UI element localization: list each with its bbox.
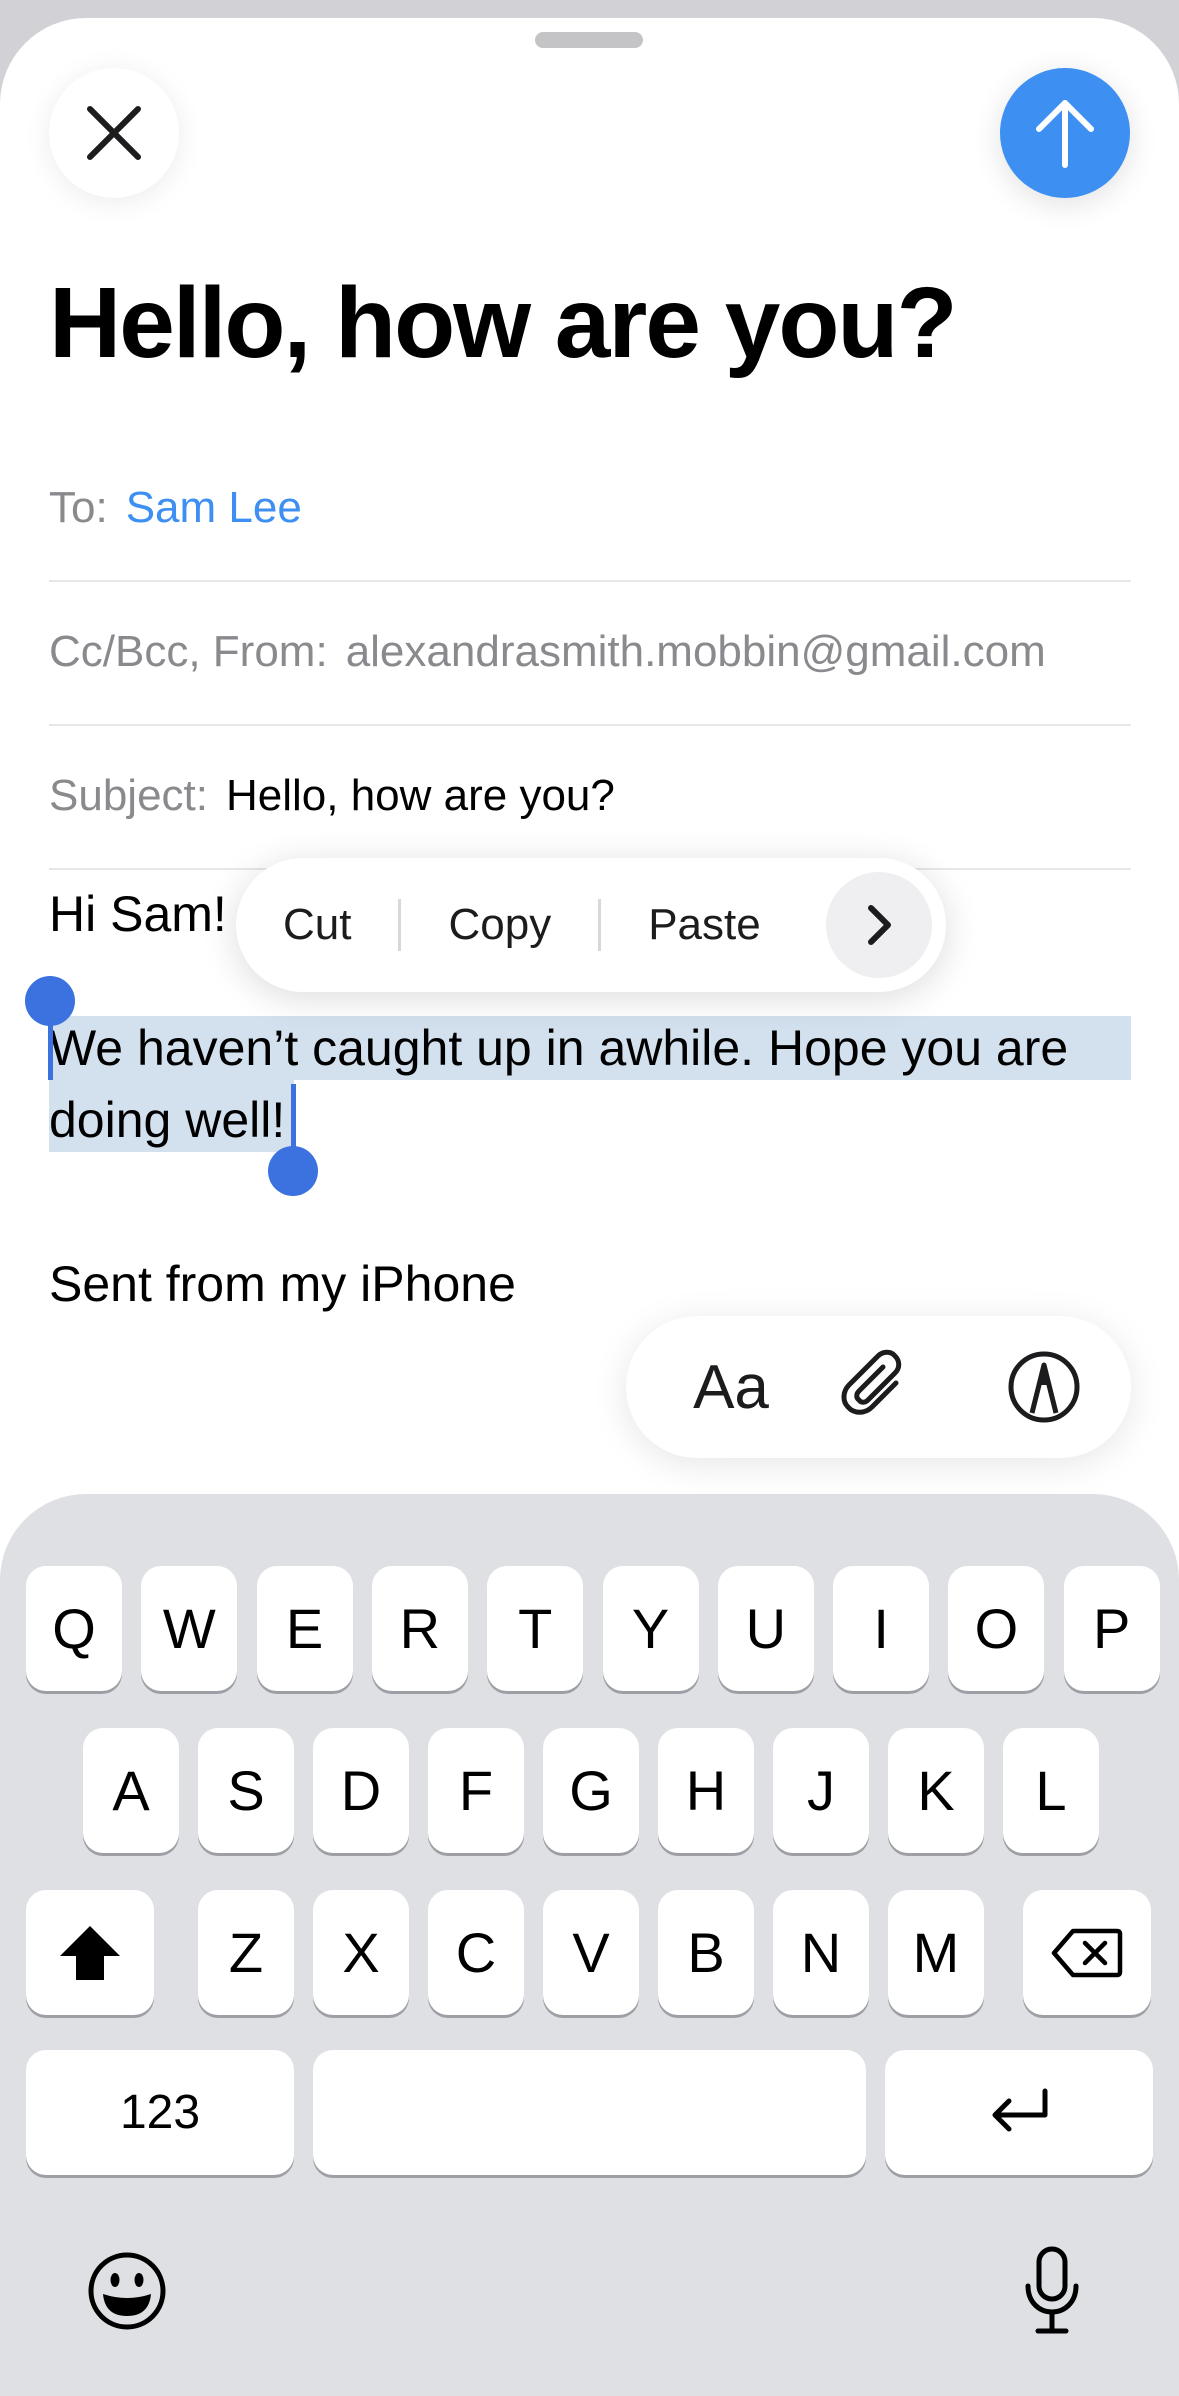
key-a[interactable]: A [83, 1728, 179, 1853]
body-text-line-2[interactable]: doing well! [49, 1084, 285, 1156]
delete-icon [1051, 1928, 1123, 1977]
delete-key[interactable] [1023, 1890, 1151, 2015]
copy-menu-item[interactable]: Copy [401, 900, 598, 950]
key-b[interactable]: B [658, 1890, 754, 2015]
subject-title: Hello, how are you? [49, 267, 958, 379]
close-button[interactable] [49, 68, 179, 198]
send-button[interactable] [1000, 68, 1130, 198]
from-address[interactable]: alexandrasmith.mobbin@gmail.com [346, 627, 1046, 677]
key-l[interactable]: L [1003, 1728, 1099, 1853]
keyboard: QWERTYUIOP ASDFGHJKL ZXCVBNM 123 [0, 1494, 1179, 2396]
sheet-grabber[interactable] [535, 32, 643, 48]
signature-text[interactable]: Sent from my iPhone [49, 1248, 516, 1320]
cc-bcc-from-field[interactable]: Cc/Bcc, From: alexandrasmith.mobbin@gmai… [49, 580, 1131, 726]
key-f[interactable]: F [428, 1728, 524, 1853]
key-s[interactable]: S [198, 1728, 294, 1853]
key-x[interactable]: X [313, 1890, 409, 2015]
shift-icon [60, 1925, 120, 1980]
key-u[interactable]: U [717, 1566, 814, 1691]
cc-bcc-from-label: Cc/Bcc, From: [49, 627, 328, 676]
emoji-icon[interactable] [86, 2250, 168, 2332]
key-q[interactable]: Q [26, 1566, 122, 1691]
paperclip-icon[interactable] [838, 1347, 918, 1427]
key-j[interactable]: J [773, 1728, 869, 1853]
key-o[interactable]: O [948, 1566, 1045, 1691]
arrow-up-icon [1036, 100, 1094, 168]
key-y[interactable]: Y [602, 1566, 699, 1691]
key-t[interactable]: T [487, 1566, 584, 1691]
subject-field[interactable]: Subject: Hello, how are you? [49, 724, 1131, 870]
selection-end-handle[interactable] [268, 1146, 318, 1196]
edit-menu: Cut Copy Paste [236, 858, 946, 992]
recipient-token[interactable]: Sam Lee [126, 483, 302, 533]
key-i[interactable]: I [833, 1566, 930, 1691]
key-w[interactable]: W [141, 1566, 238, 1691]
shift-key[interactable] [26, 1890, 154, 2015]
return-icon [992, 2088, 1048, 2131]
key-m[interactable]: M [888, 1890, 984, 2015]
cut-menu-item[interactable]: Cut [236, 900, 398, 950]
format-toolbar: Aa [626, 1316, 1131, 1458]
more-options-button[interactable] [826, 872, 932, 978]
close-icon [87, 106, 141, 160]
key-e[interactable]: E [256, 1566, 353, 1691]
compose-sheet: Hello, how are you? To: Sam Lee Cc/Bcc, … [0, 18, 1179, 2396]
numbers-key[interactable]: 123 [26, 2050, 294, 2175]
body-text-line-1[interactable]: We haven’t caught up in awhile. Hope you… [49, 1012, 1068, 1084]
key-p[interactable]: P [1063, 1566, 1160, 1691]
return-key[interactable] [885, 2050, 1153, 2175]
key-k[interactable]: K [888, 1728, 984, 1853]
key-c[interactable]: C [428, 1890, 524, 2015]
subject-input[interactable]: Hello, how are you? [226, 771, 615, 821]
key-h[interactable]: H [658, 1728, 754, 1853]
markup-pen-icon[interactable] [1004, 1347, 1084, 1427]
text-format-button[interactable]: Aa [671, 1316, 791, 1458]
to-field[interactable]: To: Sam Lee [49, 436, 1131, 582]
selection-end-caret [291, 1084, 296, 1154]
body-greeting[interactable]: Hi Sam! [49, 878, 227, 950]
to-label: To: [49, 483, 108, 532]
chevron-right-icon [868, 905, 891, 945]
subject-label: Subject: [49, 771, 208, 820]
key-n[interactable]: N [773, 1890, 869, 2015]
selection-start-handle[interactable] [25, 976, 75, 1026]
space-key[interactable] [313, 2050, 866, 2175]
key-d[interactable]: D [313, 1728, 409, 1853]
key-r[interactable]: R [371, 1566, 468, 1691]
key-g[interactable]: G [543, 1728, 639, 1853]
key-z[interactable]: Z [198, 1890, 294, 2015]
key-v[interactable]: V [543, 1890, 639, 2015]
paste-menu-item[interactable]: Paste [601, 900, 808, 950]
microphone-icon[interactable] [1022, 2246, 1082, 2336]
